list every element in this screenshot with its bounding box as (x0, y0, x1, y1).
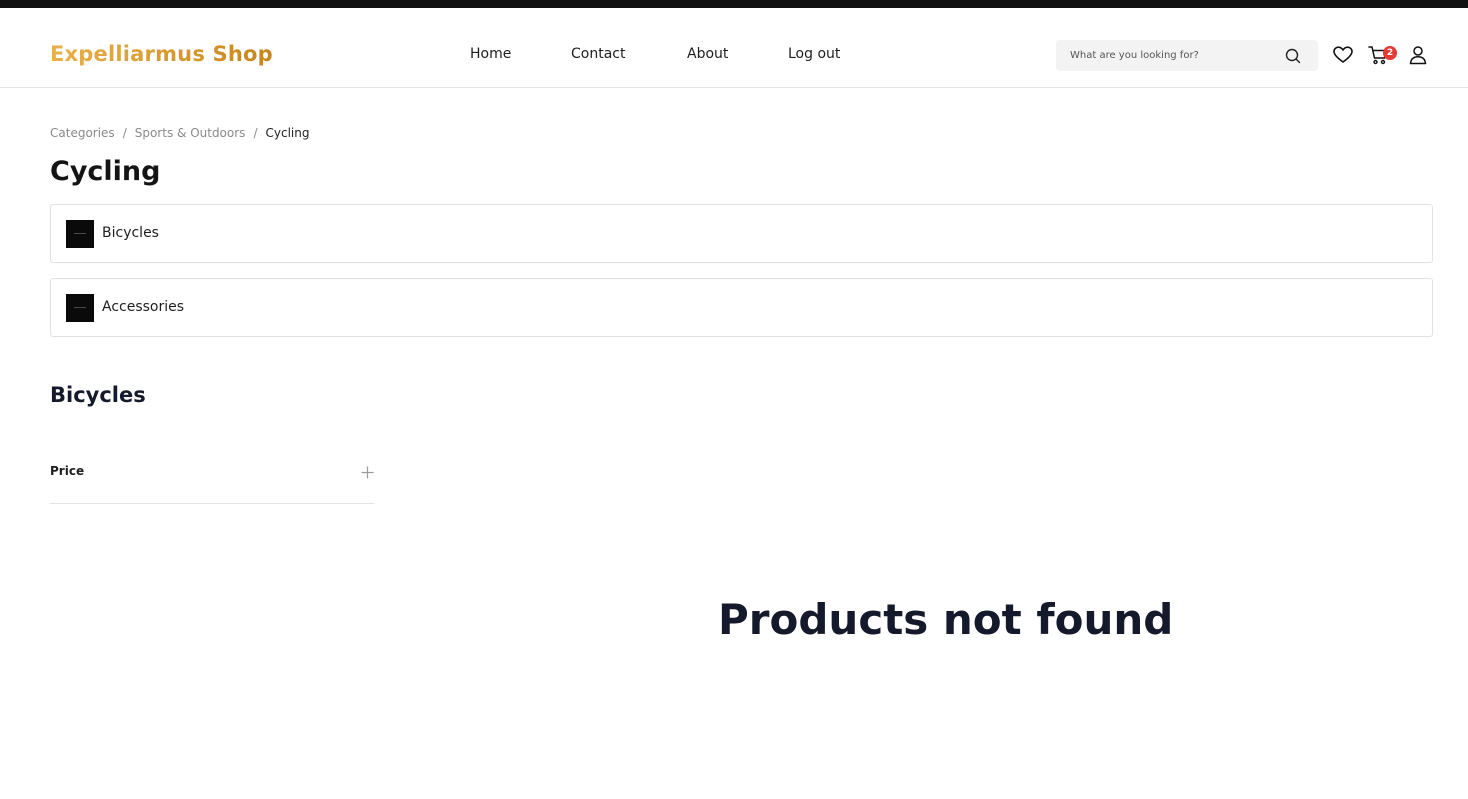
search-box (1056, 40, 1318, 71)
breadcrumb: Categories / Sports & Outdoors / Cycling (50, 126, 309, 140)
user-icon[interactable] (1407, 44, 1429, 66)
cart-count-badge: 2 (1383, 46, 1397, 60)
search-input[interactable] (1070, 40, 1275, 71)
section-title: Bicycles (50, 383, 146, 407)
page-title: Cycling (50, 156, 161, 187)
nav-about[interactable]: About (687, 46, 728, 62)
breadcrumb-categories[interactable]: Categories (50, 126, 115, 140)
search-icon[interactable] (1284, 47, 1302, 65)
nav-contact[interactable]: Contact (571, 46, 625, 62)
plus-icon[interactable] (361, 464, 374, 479)
breadcrumb-separator: / (253, 126, 258, 140)
filter-label: Price (50, 464, 85, 478)
site-header: Expelliarmus Shop Home Contact About Log… (0, 8, 1468, 88)
breadcrumb-separator: / (122, 126, 127, 140)
category-thumbnail (66, 220, 94, 248)
breadcrumb-sports-outdoors[interactable]: Sports & Outdoors (135, 126, 246, 140)
site-logo[interactable]: Expelliarmus Shop (50, 42, 273, 66)
subcategory-label: Accessories (102, 299, 185, 315)
subcategory-bicycles[interactable]: Bicycles (50, 204, 1433, 263)
top-bar (0, 0, 1468, 8)
breadcrumb-current: Cycling (265, 126, 310, 140)
heart-icon[interactable] (1332, 44, 1354, 66)
subcategory-accessories[interactable]: Accessories (50, 278, 1433, 337)
empty-results-message: Products not found (718, 595, 1174, 644)
category-thumbnail (66, 294, 94, 322)
filter-price[interactable]: Price (50, 460, 374, 504)
nav-logout[interactable]: Log out (788, 46, 840, 62)
subcategory-label: Bicycles (102, 225, 159, 241)
nav-home[interactable]: Home (470, 46, 511, 62)
